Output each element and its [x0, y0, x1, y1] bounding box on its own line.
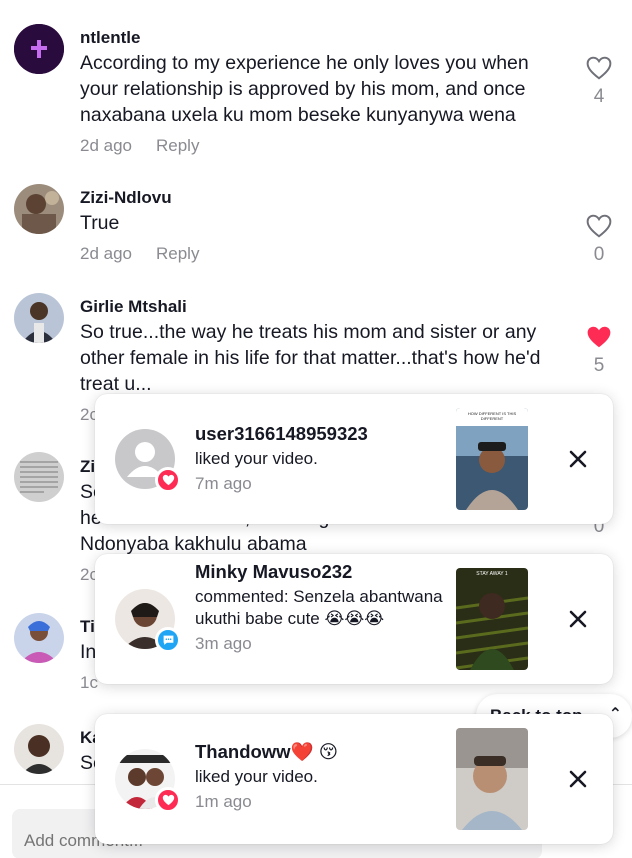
heart-badge-icon	[155, 467, 181, 493]
avatar[interactable]	[115, 749, 181, 813]
reply-button[interactable]: Reply	[156, 136, 199, 155]
notification-time: 1m ago	[195, 792, 252, 811]
avatar[interactable]	[115, 429, 181, 493]
notification-text: liked your video.	[195, 767, 318, 786]
notification-time: 3m ago	[195, 634, 252, 653]
notification-text: commented: Senzela abantwana ukuthi babe…	[195, 587, 443, 628]
notification-time: 7m ago	[195, 474, 252, 493]
heart-badge-icon	[155, 787, 181, 813]
comment-badge-icon	[155, 627, 181, 653]
comment-username[interactable]: Girlie Mtshali	[80, 296, 570, 318]
notification-username[interactable]: user3166148959323	[195, 422, 435, 446]
comment-time: 2d ago	[80, 244, 132, 263]
notification-toast[interactable]: Thandoww❤️ 😚 liked your video. 1m ago	[95, 714, 613, 844]
comment-text: According to my experience he only loves…	[80, 52, 529, 126]
close-icon[interactable]	[565, 766, 591, 792]
like-count: 5	[593, 355, 605, 376]
comment-text: So true...the way he treats his mom and …	[80, 321, 541, 395]
like-count: 4	[593, 86, 605, 107]
avatar[interactable]	[14, 293, 64, 343]
thumbnail-caption: HOW DIFFERENT IS THIS DIFFERENT	[467, 411, 517, 421]
comment-username[interactable]: Zizi-Ndlovu	[80, 187, 570, 209]
close-icon[interactable]	[565, 446, 591, 472]
video-thumbnail[interactable]	[456, 728, 528, 830]
video-thumbnail[interactable]: STAY AWAY 1	[456, 568, 528, 670]
comment-text: True	[80, 212, 120, 234]
thumbnail-caption: STAY AWAY 1	[476, 571, 508, 577]
close-icon[interactable]	[565, 606, 591, 632]
avatar[interactable]	[14, 613, 64, 663]
notification-username[interactable]: Minky Mavuso232	[195, 560, 445, 584]
avatar[interactable]	[115, 589, 181, 653]
heart-outline-icon[interactable]	[584, 56, 614, 80]
heart-filled-icon[interactable]	[584, 325, 614, 349]
video-thumbnail[interactable]: HOW DIFFERENT IS THIS DIFFERENT	[456, 408, 528, 510]
notification-username[interactable]: Thandoww❤️ 😚	[195, 740, 435, 764]
heart-outline-icon[interactable]	[584, 214, 614, 238]
avatar[interactable]	[14, 724, 64, 774]
notification-text: liked your video.	[195, 449, 318, 468]
notification-toast[interactable]: Minky Mavuso232 commented: Senzela abant…	[95, 554, 613, 684]
reply-button[interactable]: Reply	[156, 244, 199, 263]
avatar[interactable]	[14, 452, 64, 502]
comment-time: 2d ago	[80, 136, 132, 155]
comment-username[interactable]: ntlentle	[80, 27, 570, 49]
avatar[interactable]	[14, 24, 64, 74]
notification-toast[interactable]: user3166148959323 liked your video. 7m a…	[95, 394, 613, 524]
like-count: 0	[593, 244, 605, 265]
avatar[interactable]	[14, 184, 64, 234]
